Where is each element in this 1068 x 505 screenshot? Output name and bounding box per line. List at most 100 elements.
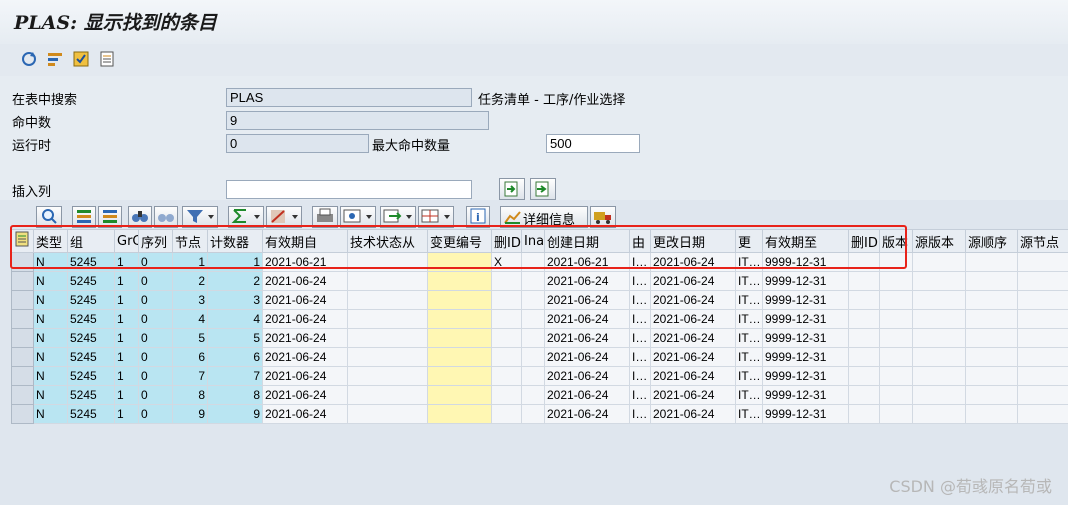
table-cell[interactable]: 2021-06-24 — [544, 404, 630, 424]
table-cell[interactable]: 2021-06-24 — [544, 366, 630, 386]
table-cell[interactable]: 2021-06-24 — [650, 309, 736, 329]
table-cell[interactable] — [965, 328, 1018, 348]
row-selector[interactable] — [11, 366, 34, 386]
table-cell[interactable] — [848, 271, 880, 291]
table-cell[interactable]: N — [33, 271, 68, 291]
table-cell[interactable]: IT… — [735, 366, 763, 386]
table-cell[interactable]: 5245 — [67, 290, 115, 310]
table-cell[interactable] — [1017, 404, 1068, 424]
table-cell[interactable]: 7 — [172, 366, 208, 386]
table-cell[interactable]: 1 — [114, 309, 139, 329]
table-cell[interactable] — [347, 328, 428, 348]
table-cell[interactable]: IT… — [735, 271, 763, 291]
table-cell[interactable] — [848, 309, 880, 329]
row-selector[interactable] — [11, 271, 34, 291]
table-cell[interactable]: IT… — [735, 385, 763, 405]
table-cell[interactable] — [1017, 271, 1068, 291]
table-cell[interactable] — [848, 328, 880, 348]
table-cell[interactable]: 9999-12-31 — [762, 290, 849, 310]
table-cell[interactable]: 2 — [172, 271, 208, 291]
table-cell[interactable] — [1017, 385, 1068, 405]
table-cell[interactable]: N — [33, 328, 68, 348]
table-cell[interactable]: N — [33, 347, 68, 367]
table-cell[interactable]: 2021-06-24 — [262, 366, 348, 386]
table-cell[interactable]: IT… — [735, 404, 763, 424]
table-cell[interactable] — [965, 309, 1018, 329]
row-selector[interactable] — [11, 309, 34, 329]
table-cell[interactable]: 2021-06-24 — [262, 328, 348, 348]
table-cell[interactable]: 2021-06-24 — [262, 347, 348, 367]
table-cell[interactable] — [521, 271, 545, 291]
table-cell[interactable]: 9999-12-31 — [762, 271, 849, 291]
table-cell[interactable]: I… — [629, 309, 651, 329]
table-cell[interactable]: 0 — [138, 404, 173, 424]
table-cell[interactable] — [491, 347, 522, 367]
table-cell[interactable]: 2021-06-24 — [544, 290, 630, 310]
table-row[interactable]: N 5245 1 0 2 2 2021-06-24 2021-06-24 I… 2021-06-2… — [11, 271, 1068, 291]
runtime-field[interactable]: 0 — [226, 134, 369, 153]
table-cell[interactable]: 2 — [207, 271, 263, 291]
table-cell[interactable]: 9999-12-31 — [762, 404, 849, 424]
table-cell[interactable]: 2021-06-24 — [650, 385, 736, 405]
table-cell[interactable] — [879, 385, 913, 405]
table-name-field[interactable]: PLAS — [226, 88, 472, 107]
table-cell[interactable]: 8 — [207, 385, 263, 405]
table-cell[interactable] — [491, 404, 522, 424]
table-cell[interactable] — [879, 271, 913, 291]
table-cell[interactable]: 2021-06-24 — [650, 290, 736, 310]
table-cell[interactable]: 9 — [172, 404, 208, 424]
table-cell[interactable]: 0 — [138, 366, 173, 386]
table-cell[interactable] — [879, 309, 913, 329]
row-selector[interactable] — [11, 347, 34, 367]
row-selector[interactable] — [11, 290, 34, 310]
table-cell[interactable] — [965, 271, 1018, 291]
table-cell[interactable]: 2021-06-24 — [650, 404, 736, 424]
table-row[interactable]: N 5245 1 0 3 3 2021-06-24 2021-06-24 I… 2021-06-2… — [11, 290, 1068, 310]
table-cell[interactable] — [347, 309, 428, 329]
table-cell[interactable]: I… — [629, 385, 651, 405]
table-cell[interactable]: 8 — [172, 385, 208, 405]
table-cell[interactable]: 4 — [207, 309, 263, 329]
table-cell[interactable]: 2021-06-24 — [262, 290, 348, 310]
table-cell[interactable]: 5245 — [67, 271, 115, 291]
table-cell[interactable]: 2021-06-24 — [650, 347, 736, 367]
table-cell[interactable] — [521, 290, 545, 310]
table-cell[interactable]: 1 — [114, 366, 139, 386]
refresh-icon[interactable] — [20, 50, 38, 68]
table-cell[interactable]: 0 — [138, 309, 173, 329]
table-cell[interactable]: 1 — [114, 347, 139, 367]
table-cell[interactable] — [521, 328, 545, 348]
table-cell[interactable]: N — [33, 366, 68, 386]
document-icon[interactable] — [98, 50, 116, 68]
table-cell[interactable] — [521, 309, 545, 329]
table-cell[interactable] — [491, 309, 522, 329]
insert-column-field[interactable] — [226, 180, 472, 199]
table-cell[interactable]: N — [33, 309, 68, 329]
table-cell[interactable]: 5245 — [67, 347, 115, 367]
table-cell[interactable]: 2021-06-24 — [544, 328, 630, 348]
table-cell[interactable]: 1 — [114, 385, 139, 405]
table-cell[interactable] — [848, 404, 880, 424]
table-cell[interactable]: 5245 — [67, 309, 115, 329]
table-cell[interactable]: N — [33, 404, 68, 424]
table-cell[interactable] — [912, 309, 966, 329]
table-cell[interactable] — [912, 366, 966, 386]
table-cell[interactable]: I… — [629, 328, 651, 348]
table-cell[interactable]: 2021-06-24 — [544, 385, 630, 405]
table-row[interactable]: N 5245 1 0 8 8 2021-06-24 2021-06-24 I… 2021-06-2… — [11, 385, 1068, 405]
table-cell[interactable]: 9 — [207, 404, 263, 424]
table-cell[interactable] — [965, 290, 1018, 310]
table-cell[interactable]: I… — [629, 404, 651, 424]
table-cell[interactable]: I… — [629, 366, 651, 386]
table-cell[interactable] — [1017, 252, 1068, 272]
hits-field[interactable]: 9 — [226, 111, 489, 130]
row-selector[interactable] — [11, 385, 34, 405]
table-cell[interactable] — [879, 347, 913, 367]
row-selector[interactable] — [11, 404, 34, 424]
table-cell[interactable] — [912, 252, 966, 272]
table-cell[interactable] — [491, 366, 522, 386]
table-cell[interactable] — [965, 252, 1018, 272]
table-cell[interactable] — [965, 404, 1018, 424]
table-cell[interactable]: 0 — [138, 347, 173, 367]
column-header[interactable]: 源版本 — [912, 229, 966, 253]
